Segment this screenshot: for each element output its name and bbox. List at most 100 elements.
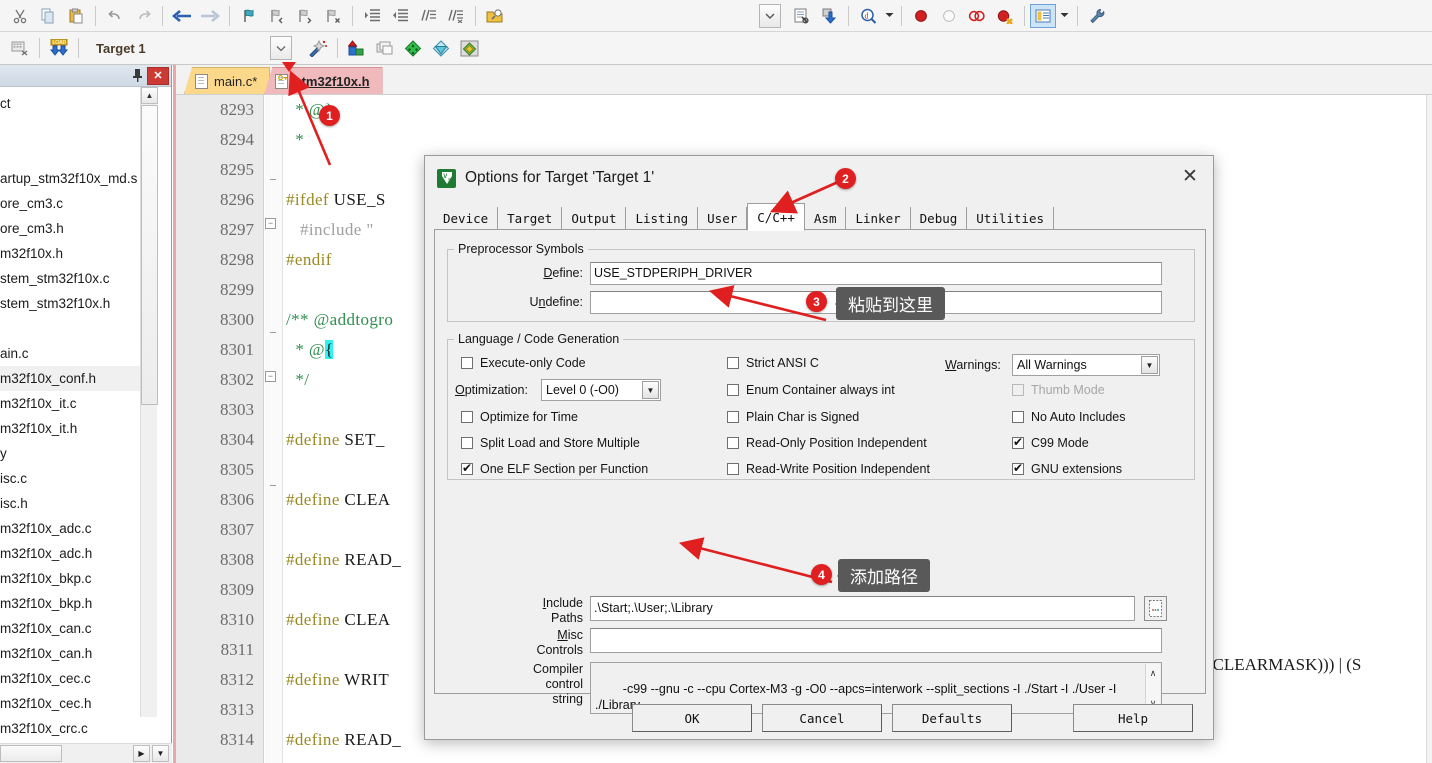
include-paths-input[interactable]: .\Start;.\User;.\Library (590, 596, 1135, 621)
project-file-item[interactable]: stem_stm32f10x.h (0, 291, 156, 316)
dialog-tab-device[interactable]: Device (434, 207, 499, 230)
manage-windows-icon[interactable] (1030, 3, 1056, 28)
templates-window-icon[interactable] (427, 35, 455, 61)
one-elf-section-checkbox[interactable] (461, 460, 473, 476)
scroll-up-arrow-icon[interactable]: ▲ (141, 87, 158, 104)
project-file-item[interactable]: m32f10x_adc.h (0, 541, 156, 566)
insert-breakpoint-icon[interactable] (907, 3, 935, 29)
cancel-button[interactable]: Cancel (762, 704, 882, 732)
project-file-item[interactable]: y (0, 441, 156, 466)
c99-mode-row[interactable]: C99 Mode (1012, 434, 1089, 450)
project-file-item[interactable]: m32f10x_conf.h (0, 366, 156, 391)
code-line[interactable]: * @} (286, 95, 1432, 125)
project-file-item[interactable]: m32f10x_it.h (0, 416, 156, 441)
warnings-select[interactable]: All Warnings ▼ (1012, 354, 1160, 376)
project-file-item[interactable]: ain.c (0, 341, 156, 366)
strict-ansi-c-checkbox[interactable] (727, 357, 739, 369)
project-file-item[interactable]: m32f10x_it.c (0, 391, 156, 416)
split-load-store-checkbox[interactable] (461, 437, 473, 449)
paste-icon[interactable] (62, 3, 90, 29)
project-vertical-scrollbar[interactable]: ▲ (140, 87, 158, 717)
browse-include-paths-button[interactable] (1144, 596, 1167, 621)
plain-char-signed-row[interactable]: Plain Char is Signed (727, 410, 859, 424)
build-output-icon[interactable] (787, 3, 815, 29)
dialog-tab-bar[interactable]: Device Target Output Listing User C/C++ Asm Lin… (434, 202, 1055, 231)
project-file-item[interactable]: ore_cm3.c (0, 191, 156, 216)
redo-icon[interactable] (129, 3, 157, 29)
c99-mode-checkbox[interactable] (1012, 434, 1024, 450)
project-file-item[interactable]: m32f10x_can.h (0, 641, 156, 666)
fold-marker[interactable]: − (265, 218, 282, 248)
project-file-item[interactable]: isc.c (0, 466, 156, 491)
fold-marker[interactable]: − (265, 371, 282, 401)
project-file-list[interactable]: ct artup_stm32f10x_md.s ore_cm3.c ore_cm3.h… (0, 87, 156, 743)
editor-tab-stm32f10x-h[interactable]: stm32f10x.h (264, 67, 383, 94)
project-file-item[interactable]: artup_stm32f10x_md.s (0, 166, 156, 191)
project-file-item[interactable]: m32f10x_adc.c (0, 516, 156, 541)
copy-icon[interactable] (34, 3, 62, 29)
target-selector[interactable]: Target 1 (92, 36, 292, 60)
load-icon[interactable]: LOAD (45, 35, 73, 61)
download-icon[interactable] (815, 3, 843, 29)
split-load-store-row[interactable]: Split Load and Store Multiple (461, 436, 640, 450)
project-file-item[interactable]: m32f10x_cec.h (0, 691, 156, 716)
thumb-mode-checkbox[interactable] (1012, 384, 1024, 396)
read-only-position-independent-checkbox[interactable] (727, 437, 739, 449)
indent-left-icon[interactable] (386, 3, 414, 29)
optimization-select[interactable]: Level 0 (-O0) ▼ (541, 379, 661, 401)
dialog-tab-asm[interactable]: Asm (805, 207, 847, 230)
defaults-button[interactable]: Defaults (892, 704, 1012, 732)
enum-container-checkbox[interactable] (727, 384, 739, 396)
dialog-tab-listing[interactable]: Listing (626, 207, 699, 230)
read-write-position-independent-checkbox[interactable] (727, 463, 739, 475)
project-file-item[interactable]: m32f10x_bkp.h (0, 591, 156, 616)
pack-installer-icon[interactable] (455, 35, 483, 61)
dialog-tab-utilities[interactable]: Utilities (967, 207, 1055, 230)
navigate-back-icon[interactable] (168, 3, 196, 29)
dialog-tab-debug[interactable]: Debug (911, 207, 968, 230)
no-auto-includes-row[interactable]: No Auto Includes (1012, 410, 1126, 424)
strict-ansi-c-row[interactable]: Strict ANSI C (727, 356, 819, 370)
dialog-tab-target[interactable]: Target (498, 207, 563, 230)
fold-column[interactable]: −−−− (265, 95, 283, 763)
previous-bookmark-icon[interactable] (263, 3, 291, 29)
no-auto-includes-checkbox[interactable] (1012, 411, 1024, 423)
ok-button[interactable]: OK (632, 704, 752, 732)
indent-right-icon[interactable] (358, 3, 386, 29)
gnu-extensions-checkbox[interactable] (1012, 460, 1024, 476)
chevron-down-icon[interactable]: ▼ (1141, 356, 1158, 374)
read-write-position-independent-row[interactable]: Read-Write Position Independent (727, 462, 930, 476)
find-dropdown-icon[interactable] (882, 3, 896, 29)
one-elf-section-row[interactable]: One ELF Section per Function (461, 460, 648, 476)
plain-char-signed-checkbox[interactable] (727, 411, 739, 423)
project-file-item[interactable]: isc.h (0, 491, 156, 516)
toolbar-dropdown-icon[interactable] (759, 3, 781, 28)
dialog-tab-user[interactable]: User (698, 207, 748, 230)
pin-icon[interactable] (127, 67, 147, 85)
project-vscroll-thumb[interactable] (141, 105, 158, 405)
code-line[interactable] (286, 755, 1432, 763)
dialog-tab-c-c[interactable]: C/C++ (747, 203, 805, 231)
project-file-item[interactable]: m32f10x.h (0, 241, 156, 266)
help-button[interactable]: Help (1073, 704, 1193, 732)
fold-marker[interactable] (265, 332, 282, 362)
project-file-item[interactable]: m32f10x_can.c (0, 616, 156, 641)
project-file-item[interactable]: m32f10x_bkp.c (0, 566, 156, 591)
fold-marker[interactable] (265, 179, 282, 209)
kill-all-breakpoints-icon[interactable] (991, 3, 1019, 29)
undo-icon[interactable] (101, 3, 129, 29)
project-hscroll-thumb[interactable] (0, 745, 62, 762)
misc-controls-input[interactable] (590, 628, 1162, 653)
uncomment-lines-icon[interactable] (442, 3, 470, 29)
navigate-forward-icon[interactable] (196, 3, 224, 29)
scroll-down-arrow-icon[interactable]: ▼ (152, 745, 169, 762)
comment-lines-icon[interactable] (414, 3, 442, 29)
execute-only-code-checkbox[interactable] (461, 357, 473, 369)
project-file-item[interactable]: ore_cm3.h (0, 216, 156, 241)
optimize-for-time-checkbox[interactable] (461, 411, 473, 423)
books-window-icon[interactable] (371, 35, 399, 61)
project-file-item[interactable]: ct (0, 91, 156, 116)
scroll-up-arrow-icon[interactable]: ∧ (1150, 664, 1157, 682)
next-bookmark-icon[interactable] (291, 3, 319, 29)
enum-container-row[interactable]: Enum Container always int (727, 383, 895, 397)
